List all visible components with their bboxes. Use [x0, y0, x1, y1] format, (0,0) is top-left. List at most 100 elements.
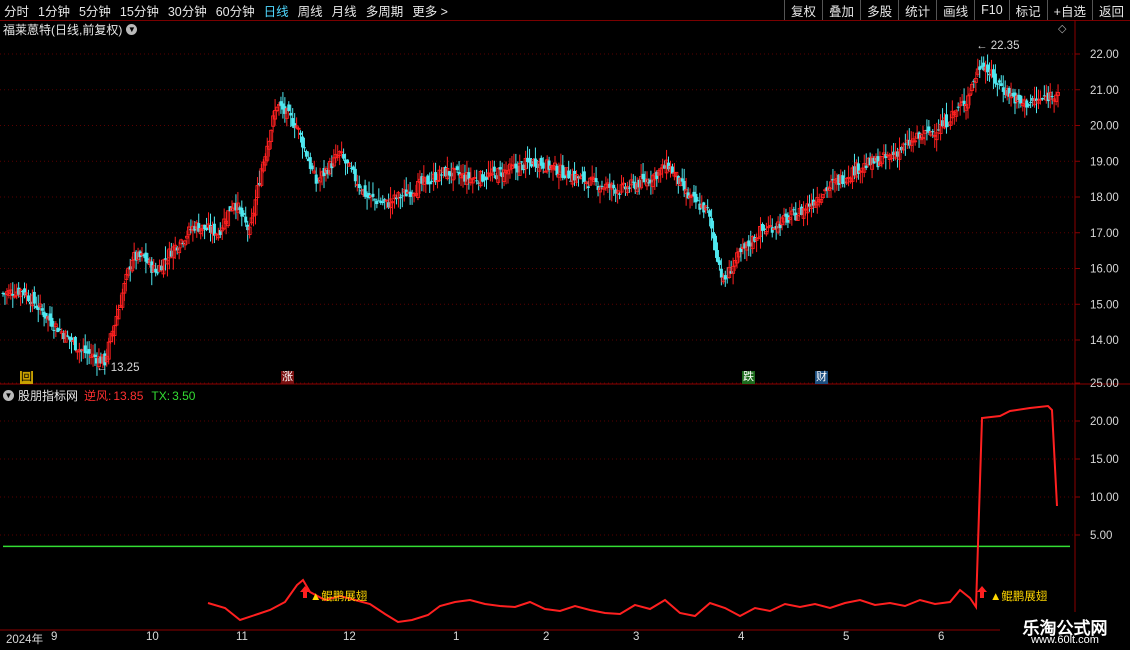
candle-body-down: [498, 167, 502, 170]
candle-body-down: [627, 187, 631, 189]
tag-rise[interactable]: 涨: [281, 371, 294, 384]
y-tick-label: 22.00: [1090, 49, 1119, 61]
kline-chart: 22.00 21.00 20.00 19.00 18.00 17.00 16.00 15.00…: [0, 20, 1130, 631]
candle-body-down: [156, 272, 160, 274]
candle-body-down: [982, 62, 986, 71]
candle-body-down: [868, 157, 872, 165]
candle-body-down: [988, 73, 992, 76]
candle-body-down: [676, 175, 680, 184]
candle-body-down: [40, 308, 44, 311]
candle-body-down: [430, 180, 434, 182]
candle-body-down: [811, 199, 815, 206]
candle-body-down: [359, 190, 363, 192]
candle-body-down: [749, 242, 753, 247]
candle-body-down: [299, 132, 303, 135]
high-price-label: ← 22.35: [976, 40, 1019, 52]
candle-body-down: [494, 175, 498, 180]
candle-body-down: [837, 174, 841, 185]
candle-body-down: [36, 305, 40, 310]
candle-body-down: [477, 182, 481, 184]
candle-body-down: [500, 172, 504, 178]
up-arrow-icon: [977, 586, 987, 598]
x-tick-label: 2: [543, 631, 550, 643]
candle-body-down: [997, 80, 1001, 83]
y-tick-label: 19.00: [1090, 156, 1119, 168]
candle-body-down: [941, 120, 945, 127]
candle-body-down: [612, 184, 616, 189]
signal-label: ▲鲲鹏展翅: [310, 591, 368, 603]
candle-body-down: [618, 193, 622, 195]
candle-body-down: [23, 288, 27, 296]
y-tick-label: 14.00: [1090, 335, 1119, 347]
signal-label: ▲鲲鹏展翅: [990, 591, 1048, 603]
candle-body-down: [702, 202, 706, 213]
candle-body-down: [956, 106, 960, 108]
y-tick-label: 18.00: [1090, 192, 1119, 204]
chevron-down-icon[interactable]: ▼: [3, 390, 14, 401]
x-tick-label: 11: [236, 631, 248, 643]
candle-body-down: [594, 178, 598, 183]
candle-body-down: [387, 202, 391, 208]
candle-body-down: [346, 159, 350, 164]
candle-body-down: [181, 243, 185, 245]
tag-finance[interactable]: 财: [815, 371, 828, 384]
candle-body-down: [1007, 87, 1011, 97]
candle-body-down: [257, 183, 261, 185]
candle-body-down: [555, 165, 559, 176]
candle-body-down: [58, 329, 62, 331]
candle-body-down: [573, 170, 577, 181]
candle-body-down: [463, 174, 467, 182]
candle-body-down: [244, 216, 248, 223]
candle-body-down: [1050, 96, 1054, 98]
candle-body-down: [563, 175, 567, 179]
candle-body-down: [999, 83, 1003, 86]
candle-body-down: [1025, 100, 1029, 108]
candle-body-down: [17, 287, 21, 295]
candle-body-down: [541, 162, 545, 169]
candle-body-down: [475, 180, 479, 182]
candle-body-down: [600, 185, 604, 187]
candle-body-down: [582, 171, 586, 183]
candle-body-down: [1029, 101, 1033, 103]
y-tick-label: 25.00: [1090, 378, 1119, 390]
tag-huibu[interactable]: 回: [20, 371, 33, 384]
x-tick-label: 4: [738, 631, 745, 643]
candle-body-down: [753, 237, 757, 242]
indicator-header: ▼ 股朋指标网 逆风: 13.85 TX: 3.50: [3, 387, 195, 404]
candle-body-down: [843, 181, 847, 183]
candle-body-down: [993, 73, 997, 84]
series-nifeng-value: 13.85: [113, 388, 144, 403]
candle-body-down: [710, 218, 714, 229]
x-tick-label: 1: [453, 631, 460, 643]
candle-body-down: [73, 336, 77, 351]
y-tick-label: 15.00: [1090, 454, 1119, 466]
candle-body-down: [242, 213, 246, 215]
candle-body-down: [32, 291, 36, 304]
candle-body-down: [371, 193, 375, 197]
candle-body-down: [1040, 97, 1044, 100]
x-tick-label: 6: [938, 631, 945, 643]
candle-body-down: [520, 161, 524, 163]
candle-body-down: [381, 201, 385, 204]
candle-body-down: [1046, 92, 1050, 102]
x-tick-label: 5: [843, 631, 850, 643]
candle-body-down: [163, 258, 167, 260]
y-tick-label: 15.00: [1090, 299, 1119, 311]
x-tick-label: 2024年: [6, 634, 44, 646]
x-tick-label: 3: [633, 631, 640, 643]
candle-body-down: [713, 235, 717, 251]
candle-body-down: [234, 203, 238, 211]
candle-body-down: [66, 335, 70, 337]
watermark: 乐淘公式网 www.60lt.com: [1000, 612, 1130, 650]
x-tick-label: 9: [51, 631, 58, 643]
candle-body-down: [917, 132, 921, 139]
candle-body-down: [896, 151, 900, 157]
candle-body-down: [986, 64, 990, 73]
candle-body-down: [800, 206, 804, 215]
candle-body-down: [289, 112, 293, 116]
candle-body-down: [400, 195, 404, 197]
y-tick-label: 20.00: [1090, 416, 1119, 428]
candle-body-down: [287, 104, 291, 111]
x-tick-label: 12: [343, 631, 356, 643]
tag-fall[interactable]: 跌: [742, 371, 755, 384]
